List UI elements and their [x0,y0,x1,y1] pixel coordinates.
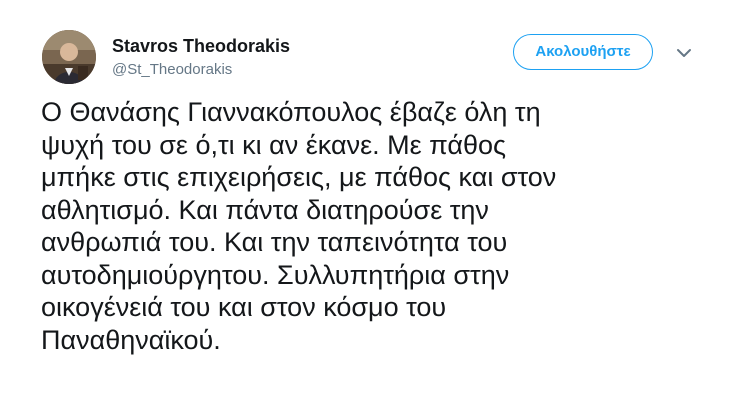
user-avatar-icon [42,30,96,84]
chevron-down-icon[interactable] [675,46,693,60]
avatar[interactable] [42,30,96,84]
author-handle[interactable]: @St_Theodorakis [112,61,232,78]
tweet-text: Ο Θανάσης Γιαννακόπουλος έβαζε όλη τη ψυ… [41,97,557,355]
tweet-card: Stavros Theodorakis @St_Theodorakis Ακολ… [0,0,735,402]
follow-button[interactable]: Ακολουθήστε [513,34,653,70]
author-name[interactable]: Stavros Theodorakis [112,36,290,57]
